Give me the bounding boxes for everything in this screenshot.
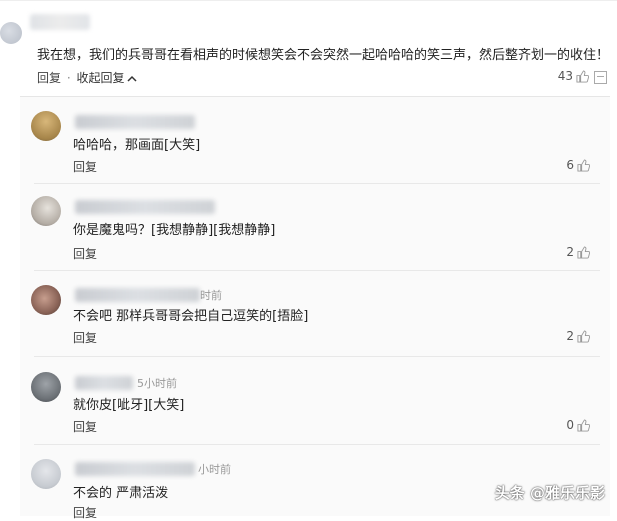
avatar[interactable] <box>31 372 61 402</box>
separator: · <box>66 71 71 85</box>
divider <box>34 356 600 357</box>
thumbs-up-icon <box>576 69 589 83</box>
thumbs-up-icon <box>577 329 590 343</box>
like-count: 43 <box>557 69 573 83</box>
blurred-username <box>75 200 215 214</box>
reply-button[interactable]: 回复 <box>73 504 97 521</box>
like-count: 2 <box>566 245 574 259</box>
reply-panel: 哈哈哈，那画面[大笑] 回复 6 你是魔鬼吗？[我想静静][我想静静] 回复 2… <box>20 96 610 520</box>
reply-time: 小时前 <box>198 463 231 476</box>
collapse-replies-button[interactable]: 收起回复 <box>77 71 137 85</box>
blurred-username <box>75 462 195 476</box>
reply-button[interactable]: 回复 <box>73 329 97 346</box>
watermark: 头条 @雅乐乐影 <box>494 484 605 502</box>
like-count: 2 <box>566 329 574 343</box>
avatar[interactable] <box>0 22 22 44</box>
top-strip <box>0 0 617 34</box>
reply-text: 不会吧 那样兵哥哥会把自己逗笑的[捂脸] <box>73 309 309 324</box>
main-comment-text: 我在想，我们的兵哥哥在看相声的时候想笑会不会突然一起哈哈哈的笑三声，然后整齐划一… <box>37 48 610 63</box>
reply-text: 就你皮[呲牙][大笑] <box>73 398 185 413</box>
divider <box>34 183 600 184</box>
like-button[interactable]: 43 <box>558 69 589 83</box>
blurred-username <box>30 14 90 30</box>
blurred-username <box>75 376 133 390</box>
reply-button[interactable]: 回复 <box>37 71 61 85</box>
chevron-up-icon <box>126 75 137 82</box>
like-button[interactable]: 2 <box>566 245 590 259</box>
avatar[interactable] <box>31 196 61 226</box>
like-button[interactable]: 0 <box>566 418 590 432</box>
reply-text: 哈哈哈，那画面[大笑] <box>73 138 201 153</box>
reply-button[interactable]: 回复 <box>73 245 97 262</box>
thumbs-up-icon <box>577 418 590 432</box>
reply-time: 时前 <box>200 289 222 302</box>
reply-text: 不会的 严肃活泼 <box>73 486 169 501</box>
divider <box>34 270 600 271</box>
like-count: 0 <box>566 418 574 432</box>
more-icon[interactable] <box>594 71 607 84</box>
blurred-username <box>75 115 195 129</box>
reply-button[interactable]: 回复 <box>73 418 97 435</box>
thumbs-up-icon <box>577 245 590 259</box>
divider <box>0 0 617 1</box>
avatar[interactable] <box>31 285 61 315</box>
avatar[interactable] <box>31 459 61 489</box>
like-count: 6 <box>566 158 574 172</box>
reply-text: 你是魔鬼吗？[我想静静][我想静静] <box>73 223 276 238</box>
divider <box>34 444 600 445</box>
avatar[interactable] <box>31 111 61 141</box>
reply-button[interactable]: 回复 <box>73 158 97 175</box>
reply-time: 5小时前 <box>137 377 177 390</box>
like-button[interactable]: 6 <box>566 158 590 172</box>
blurred-username <box>75 288 200 302</box>
thumbs-up-icon <box>577 158 590 172</box>
main-comment-actions: 回复 · 收起回复 <box>37 69 137 86</box>
like-button[interactable]: 2 <box>566 329 590 343</box>
